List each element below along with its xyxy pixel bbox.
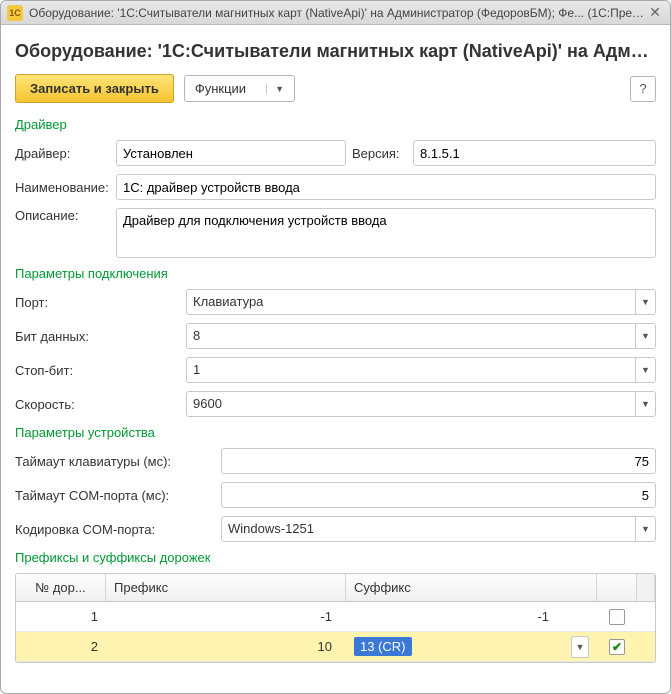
version-label: Версия: bbox=[352, 146, 407, 161]
cell-prefix: 10 bbox=[106, 635, 346, 658]
speed-value: 9600 bbox=[187, 392, 635, 416]
col-suffix[interactable]: Суффикс bbox=[346, 574, 597, 601]
app-icon: 1C bbox=[7, 5, 23, 21]
cell-prefix: -1 bbox=[106, 605, 346, 628]
description-label: Описание: bbox=[15, 208, 110, 223]
window-title: Оборудование: '1С:Считыватели магнитных … bbox=[29, 6, 646, 20]
com-encoding-label: Кодировка COM-порта: bbox=[15, 522, 215, 537]
save-and-close-button[interactable]: Записать и закрыть bbox=[15, 74, 174, 103]
databits-select[interactable]: 8 ▼ bbox=[186, 323, 656, 349]
cell-num: 1 bbox=[16, 605, 106, 628]
col-prefix[interactable]: Префикс bbox=[106, 574, 346, 601]
page-title: Оборудование: '1С:Считыватели магнитных … bbox=[15, 41, 656, 62]
chevron-down-icon[interactable]: ▼ bbox=[635, 517, 655, 541]
com-timeout-field[interactable] bbox=[221, 482, 656, 508]
table-row[interactable]: 1 -1 -1 bbox=[16, 602, 655, 632]
checkbox-icon[interactable] bbox=[609, 609, 625, 625]
cell-checkbox[interactable] bbox=[597, 605, 637, 629]
port-select[interactable]: Клавиатура ▼ bbox=[186, 289, 656, 315]
databits-value: 8 bbox=[187, 324, 635, 348]
close-icon[interactable]: ✕ bbox=[646, 4, 664, 22]
driver-status-field[interactable] bbox=[116, 140, 346, 166]
com-timeout-label: Таймаут COM-порта (мс): bbox=[15, 488, 215, 503]
chevron-down-icon: ▼ bbox=[266, 84, 284, 94]
cell-suffix[interactable]: 13 (CR) ▼ bbox=[346, 632, 597, 662]
section-tracks-title: Префиксы и суффиксы дорожек bbox=[15, 550, 656, 565]
stopbit-select[interactable]: 1 ▼ bbox=[186, 357, 656, 383]
driver-label: Драйвер: bbox=[15, 146, 110, 161]
window-titlebar: 1C Оборудование: '1С:Считыватели магнитн… bbox=[1, 1, 670, 25]
cell-num: 2 bbox=[16, 635, 106, 658]
stopbit-value: 1 bbox=[187, 358, 635, 382]
chevron-down-icon[interactable]: ▼ bbox=[635, 358, 655, 382]
scrollbar-gutter bbox=[637, 574, 655, 601]
chevron-down-icon[interactable]: ▼ bbox=[635, 324, 655, 348]
com-encoding-value: Windows-1251 bbox=[222, 517, 635, 541]
section-driver-title: Драйвер bbox=[15, 117, 656, 132]
speed-select[interactable]: 9600 ▼ bbox=[186, 391, 656, 417]
chevron-down-icon[interactable]: ▼ bbox=[571, 636, 589, 658]
kb-timeout-field[interactable] bbox=[221, 448, 656, 474]
kb-timeout-label: Таймаут клавиатуры (мс): bbox=[15, 454, 215, 469]
chevron-down-icon[interactable]: ▼ bbox=[635, 392, 655, 416]
version-field[interactable] bbox=[413, 140, 656, 166]
col-checkbox bbox=[597, 574, 637, 601]
functions-dropdown[interactable]: Функции ▼ bbox=[184, 75, 295, 102]
chevron-down-icon[interactable]: ▼ bbox=[635, 290, 655, 314]
port-value: Клавиатура bbox=[187, 290, 635, 314]
stopbit-label: Стоп-бит: bbox=[15, 363, 180, 378]
suffix-selected-value: 13 (CR) bbox=[354, 637, 412, 656]
com-encoding-select[interactable]: Windows-1251 ▼ bbox=[221, 516, 656, 542]
tracks-table: № дор... Префикс Суффикс 1 -1 -1 2 10 13… bbox=[15, 573, 656, 663]
table-row[interactable]: 2 10 13 (CR) ▼ bbox=[16, 632, 655, 662]
functions-label: Функции bbox=[195, 81, 246, 96]
name-label: Наименование: bbox=[15, 180, 110, 195]
table-header: № дор... Префикс Суффикс bbox=[16, 574, 655, 602]
section-connection-title: Параметры подключения bbox=[15, 266, 656, 281]
cell-checkbox[interactable] bbox=[597, 635, 637, 659]
section-device-title: Параметры устройства bbox=[15, 425, 656, 440]
cell-suffix: -1 bbox=[346, 605, 597, 628]
speed-label: Скорость: bbox=[15, 397, 180, 412]
checkbox-icon[interactable] bbox=[609, 639, 625, 655]
col-num[interactable]: № дор... bbox=[16, 574, 106, 601]
description-field[interactable]: Драйвер для подключения устройств ввода bbox=[116, 208, 656, 258]
help-button[interactable]: ? bbox=[630, 76, 656, 102]
databits-label: Бит данных: bbox=[15, 329, 180, 344]
name-field[interactable] bbox=[116, 174, 656, 200]
port-label: Порт: bbox=[15, 295, 180, 310]
toolbar: Записать и закрыть Функции ▼ ? bbox=[15, 74, 656, 103]
